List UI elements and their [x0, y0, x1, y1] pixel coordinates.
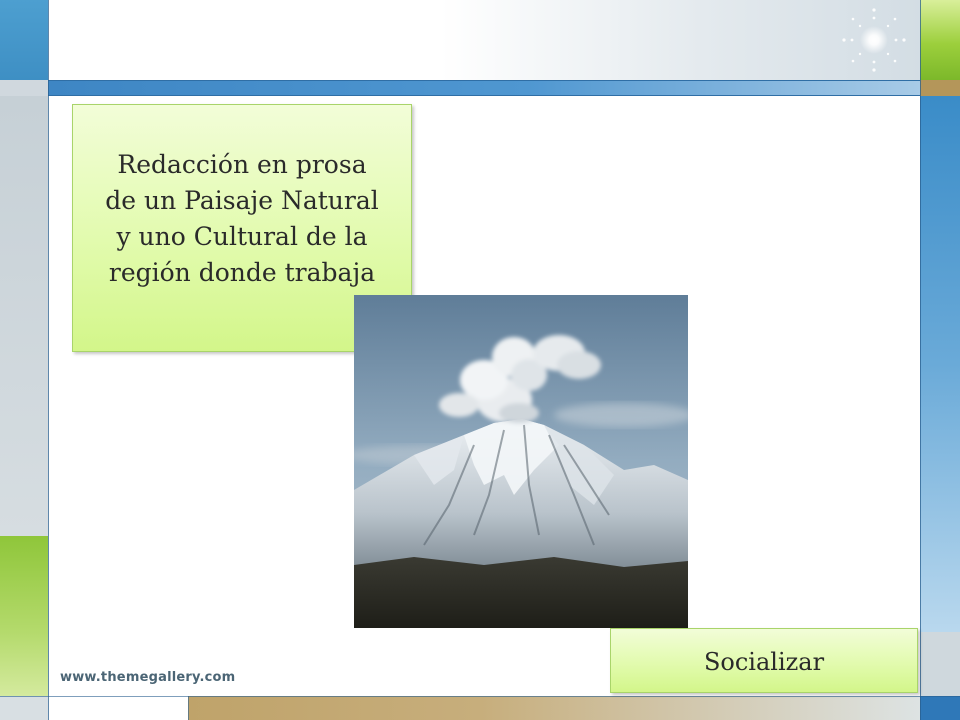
socializar-button[interactable]: Socializar — [610, 628, 918, 693]
right-column-grey — [920, 632, 960, 696]
left-column-green — [0, 536, 48, 696]
volcano-photo — [354, 295, 688, 628]
socializar-label: Socializar — [703, 648, 825, 676]
corner-block-top-right — [920, 0, 960, 80]
frame-line-left — [48, 0, 49, 720]
corner-block-top-left — [0, 0, 48, 80]
header-bar-right-cell — [920, 80, 960, 96]
frame-line-footer-divider — [188, 696, 189, 720]
footer-url[interactable]: www.themegallery.com — [60, 670, 235, 685]
left-column-grey — [0, 96, 48, 536]
frame-line-bottom — [0, 696, 960, 697]
sparkle-icon — [842, 8, 906, 72]
right-column-blue — [920, 96, 960, 632]
header-background — [48, 0, 920, 80]
right-column-bottom — [920, 696, 960, 720]
footer-strip — [188, 696, 920, 720]
header-bar-left-cell — [0, 80, 48, 96]
header-accent-bar — [48, 80, 920, 96]
frame-line-right — [920, 0, 921, 720]
footer-strip-left — [48, 696, 188, 720]
left-column-bottom — [0, 696, 48, 720]
